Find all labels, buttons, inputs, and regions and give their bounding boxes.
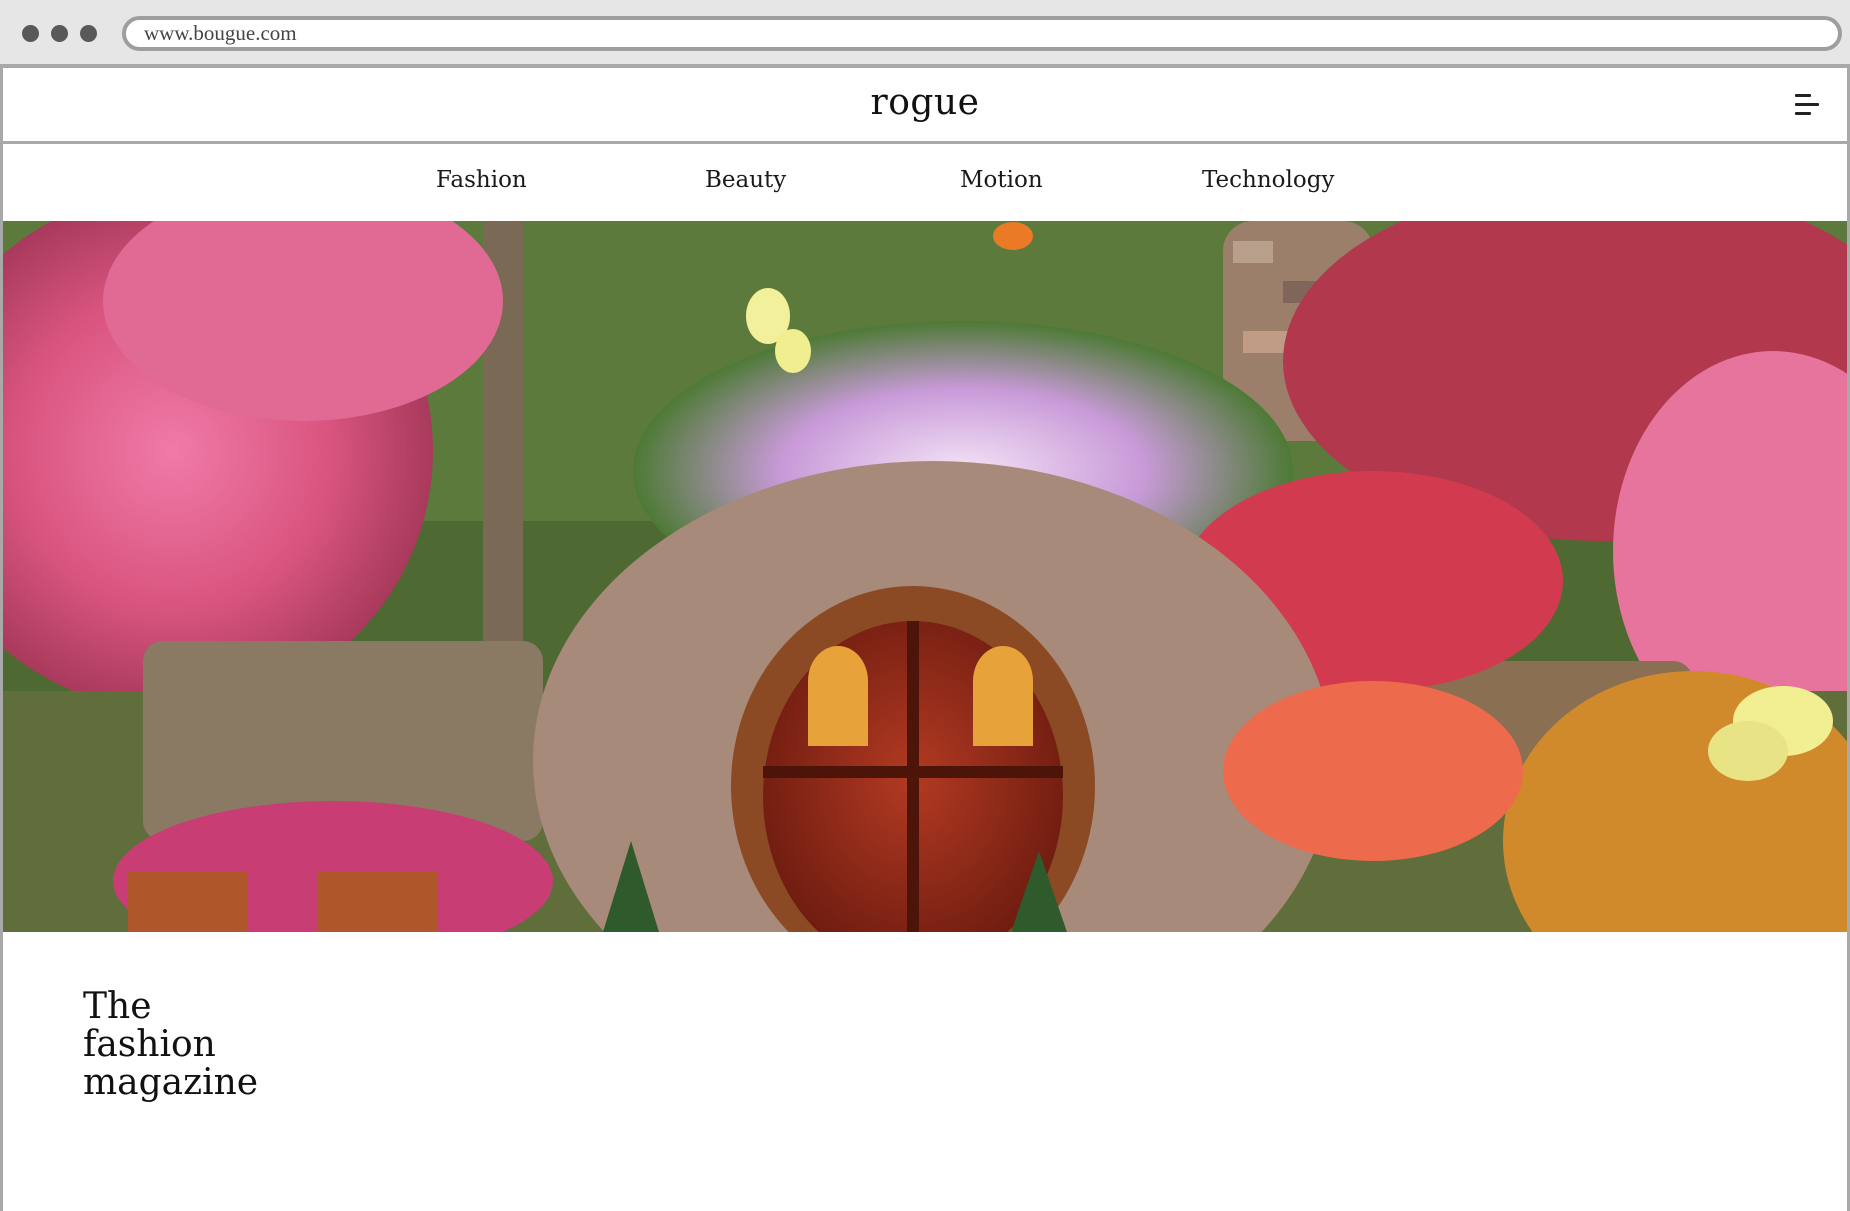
tagline-line: fashion bbox=[83, 1024, 216, 1065]
hero-illustration bbox=[3, 221, 1847, 932]
tagline-line: magazine bbox=[83, 1062, 259, 1103]
hero-image bbox=[3, 221, 1847, 932]
hamburger-menu-icon[interactable] bbox=[1795, 92, 1825, 118]
nav-item-motion[interactable]: Motion bbox=[960, 167, 1043, 193]
browser-chrome: www.bougue.com bbox=[0, 0, 1850, 68]
address-bar[interactable]: www.bougue.com bbox=[122, 16, 1842, 51]
nav-item-fashion[interactable]: Fashion bbox=[436, 167, 527, 193]
tagline-line: The bbox=[83, 986, 152, 1027]
nav-item-beauty[interactable]: Beauty bbox=[705, 167, 786, 193]
maximize-window-button[interactable] bbox=[80, 25, 97, 42]
close-window-button[interactable] bbox=[22, 25, 39, 42]
minimize-window-button[interactable] bbox=[51, 25, 68, 42]
site-logo[interactable]: rogue bbox=[3, 82, 1847, 123]
tagline: The fashion magazine bbox=[83, 988, 383, 1102]
web-page: rogue Fashion Beauty Motion Technology T… bbox=[0, 68, 1850, 1211]
category-nav: Fashion Beauty Motion Technology bbox=[3, 147, 1847, 219]
site-header: rogue bbox=[3, 68, 1847, 144]
nav-item-technology[interactable]: Technology bbox=[1202, 167, 1334, 193]
